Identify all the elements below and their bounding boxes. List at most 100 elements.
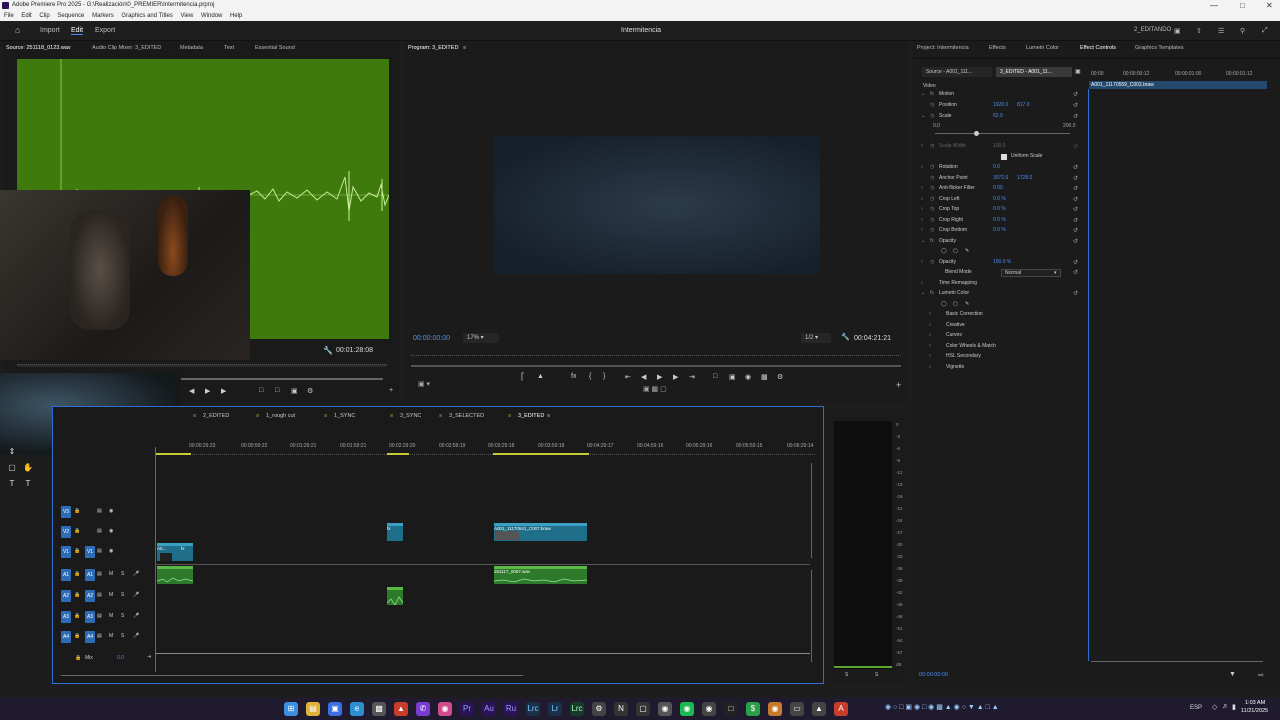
ec-row-motion[interactable]: ⌄ fx Motion ↺ (913, 91, 1083, 101)
timeline-playhead[interactable] (155, 447, 156, 672)
mic-icon[interactable]: 🎤 (133, 633, 139, 639)
tab-seq-1-sync[interactable]: 1_SYNC (334, 413, 355, 419)
mute-icon[interactable]: M (109, 633, 113, 639)
program-video-frame[interactable] (494, 136, 820, 274)
ec-row-color-wheels[interactable]: › Color Wheels & Match (913, 343, 1083, 353)
ec-row-scale-slider[interactable]: 0.0 200.0 (913, 123, 1083, 136)
close-icon[interactable]: ✕ (1266, 0, 1273, 11)
step-forward-icon[interactable]: ▶ (221, 387, 226, 395)
track-id[interactable]: A1 (61, 569, 71, 581)
ec-row-hsl[interactable]: › HSL Secondary (913, 353, 1083, 363)
ec-row-curves[interactable]: › Curves (913, 332, 1083, 342)
ec-row-crop-bottom[interactable]: › ◷ Crop Bottom 0.0 % ↺ (913, 227, 1083, 237)
lightroom-classic-icon[interactable]: Lrc (570, 702, 584, 716)
zoom-select[interactable]: 17% ▾ (463, 333, 499, 343)
blend-mode-select[interactable]: Normal ▾ (1001, 269, 1061, 277)
menu-sequence[interactable]: Sequence (57, 13, 84, 19)
step-forward-icon[interactable]: ▶ (673, 373, 678, 381)
minimize-icon[interactable]: — (1210, 0, 1218, 11)
sync-icon[interactable]: ▤ (97, 571, 102, 577)
a1-clip-1[interactable] (157, 566, 193, 584)
taskview-icon[interactable]: ▢ (636, 702, 650, 716)
track-v2[interactable]: V2 🔒 ▤ ◉ (59, 523, 155, 541)
ellipse-mask-icon[interactable]: ◯ (941, 301, 947, 307)
export-icon[interactable]: ⇨ (1258, 671, 1264, 679)
safe-margins-icon[interactable]: ▣ ▾ (418, 380, 430, 388)
ec-ruler[interactable]: 00:00 00:00:00:12 00:00:01:00 00:00:01:1… (1089, 71, 1269, 81)
ec-row-crop-right[interactable]: › ◷ Crop Right 0.0 % ↺ (913, 217, 1083, 227)
audition-icon[interactable]: Au (482, 702, 496, 716)
add-button-icon[interactable]: + (389, 387, 393, 394)
show-timeline-icon[interactable]: ▣ (1075, 68, 1081, 75)
program-scrollbar[interactable] (411, 365, 901, 367)
track-v3[interactable]: V3 🔒 ▤ ◉ (59, 503, 155, 521)
play-icon[interactable]: ▶ (657, 373, 662, 381)
ec-row-crop-left[interactable]: › ◷ Crop Left 0.0 % ↺ (913, 196, 1083, 206)
fullscreen-icon[interactable]: ⤢ (1262, 27, 1268, 35)
track-target[interactable]: A4 (85, 631, 95, 643)
ec-row-basic-correction[interactable]: › Basic Correction (913, 311, 1083, 321)
tab-edit[interactable]: Edit (71, 27, 84, 35)
work-area-bar[interactable] (387, 453, 409, 455)
mark-in-icon[interactable]: ⎡ (521, 373, 525, 381)
tray-icons[interactable]: ◉ ○ □ ▣ ◉ □ ◉ ▩ ▲ ◉ ○ ▼ ▲ □ ▲ (885, 703, 999, 711)
ec-timecode[interactable]: 00:00:00:00 (919, 672, 948, 678)
home-icon[interactable]: ⌂ (15, 25, 20, 35)
stopwatch-icon[interactable]: ◷ (930, 102, 934, 108)
a1-clip-wav[interactable]: 251117_0067.wav (494, 566, 587, 584)
fx-icon[interactable]: fx (571, 373, 576, 380)
lock-icon[interactable]: 🔒 (74, 548, 80, 554)
lrc-icon[interactable]: Lrc (526, 702, 540, 716)
whatsapp-icon[interactable]: ✆ (416, 702, 430, 716)
ec-row-time-remap[interactable]: › Time Remapping (913, 280, 1083, 290)
ec-clip-bar[interactable]: A001_11170559_C003.braw (1089, 81, 1267, 89)
position-y-value[interactable]: 817.0 (1017, 102, 1030, 108)
program-time-ruler[interactable] (411, 348, 901, 356)
sync-icon[interactable]: ▤ (97, 508, 102, 514)
track-id[interactable]: V3 (61, 506, 71, 518)
track-id[interactable]: A3 (61, 611, 71, 623)
ec-row-vignette[interactable]: › Vignette (913, 364, 1083, 374)
menu-edit[interactable]: Edit (21, 13, 31, 19)
menu-help[interactable]: Help (230, 13, 242, 19)
solo-icon[interactable]: S (121, 571, 124, 577)
program-timecode[interactable]: 00:00:00:00 (413, 335, 450, 342)
share-icon[interactable]: ⇧ (1196, 27, 1202, 35)
solo-icon[interactable]: S (121, 613, 124, 619)
edge-icon[interactable]: e (350, 702, 364, 716)
lock-icon[interactable]: 🔒 (74, 571, 80, 577)
mute-icon[interactable]: M (109, 571, 113, 577)
crop-top-value[interactable]: 0.0 % (993, 206, 1006, 212)
eye-icon[interactable]: ◉ (109, 528, 113, 534)
type-tool-icon[interactable]: T (7, 479, 17, 489)
mic-icon[interactable]: 🎤 (133, 571, 139, 577)
tab-text[interactable]: Text (224, 45, 234, 51)
scale-slider[interactable] (935, 133, 1070, 134)
vertical-type-tool-icon[interactable]: T (23, 479, 33, 489)
tab-audio-mixer[interactable]: Audio Clip Mixer: 3_EDITED (92, 45, 161, 51)
epic-icon[interactable]: ▲ (812, 702, 826, 716)
rect-mask-icon[interactable]: ▢ (953, 301, 958, 307)
volume-icon[interactable]: ♬ (1222, 703, 1229, 710)
file-explorer-icon[interactable]: ▤ (306, 702, 320, 716)
tab-seq-rough[interactable]: 1_rough cut (266, 413, 295, 419)
track-target[interactable]: A3 (85, 611, 95, 623)
pen-mask-icon[interactable]: ✎ (965, 301, 969, 307)
opacity-value[interactable]: 100.0 % (993, 259, 1011, 265)
ec-row-uniform-scale[interactable]: Uniform Scale (913, 153, 1083, 163)
tab-effect-controls[interactable]: Effect Controls (1080, 45, 1116, 51)
rotation-value[interactable]: 0.0 (993, 164, 1000, 170)
slip-tool-icon[interactable]: ⇕ (7, 447, 17, 457)
track-id[interactable]: A4 (61, 631, 71, 643)
reset-icon[interactable]: ↺ (1073, 113, 1078, 120)
sync-icon[interactable]: ▤ (97, 548, 102, 554)
track-mix[interactable]: 🔒 Mix 0.0 ⇥ (59, 651, 155, 669)
sync-icon[interactable]: ▤ (97, 592, 102, 598)
track-v1[interactable]: V1 🔒 V1 ▤ ◉ (59, 543, 155, 561)
ec-row-rotation[interactable]: › ◷ Rotation 0.0 ↺ (913, 164, 1083, 174)
solo-left[interactable]: S (845, 672, 848, 678)
obs-icon[interactable]: ◉ (702, 702, 716, 716)
timeline-ruler[interactable]: 00:00:29:23 00:00:59:22 00:01:29:21 00:0… (155, 441, 815, 455)
mic-icon[interactable]: 🎤 (133, 592, 139, 598)
resolution-select[interactable]: 1/2 ▾ (801, 333, 831, 343)
